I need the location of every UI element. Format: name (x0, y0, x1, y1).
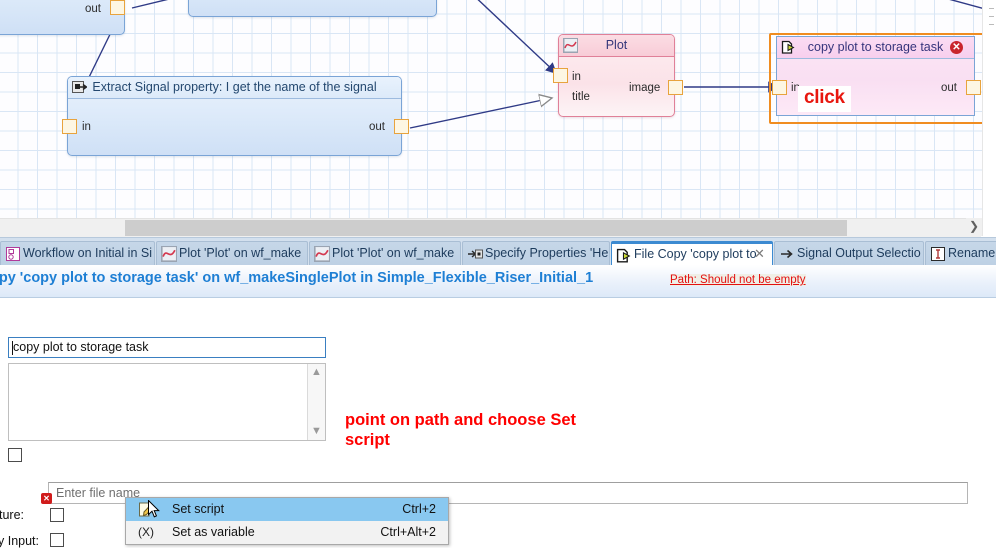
menu-item-set-script[interactable]: Set script Ctrl+2 (126, 498, 448, 521)
arrow-right-icon (779, 246, 795, 262)
node-header: Plot (559, 35, 674, 57)
node-title: copy plot to storage task (807, 40, 944, 54)
workflow-icon (5, 246, 21, 262)
menu-item-shortcut: Ctrl+Alt+2 (380, 525, 436, 539)
close-icon[interactable]: ✕ (753, 247, 766, 261)
tab-label: Specify Properties 'Her (485, 246, 610, 260)
label-capture: ture: (0, 508, 25, 522)
tab-workflow-on-initial[interactable]: Workflow on Initial in Si (0, 241, 155, 266)
node-extract-signal[interactable]: Extract Signal property: I get the name … (67, 76, 402, 156)
port-image-plot[interactable] (668, 80, 683, 95)
field-error-icon: ✕ (41, 493, 52, 504)
variable-x-icon: (X) (138, 525, 154, 539)
chevron-up-icon[interactable]: ▲ (308, 364, 325, 381)
chevron-down-icon[interactable]: ▼ (308, 423, 325, 440)
annotation-point-on-path: point on path and choose Set script (345, 411, 576, 449)
tab-label: Plot 'Plot' on wf_make (179, 246, 302, 260)
menu-item-label: Set as variable (172, 525, 255, 539)
port-in-plot[interactable] (553, 68, 568, 83)
canvas-scroll-right-button[interactable]: ❯ (966, 218, 982, 236)
rename-icon (930, 246, 946, 262)
port-label-out-copy: out (941, 82, 957, 94)
tab-file-copy[interactable]: File Copy 'copy plot to ✕ (611, 241, 773, 266)
checkbox-input[interactable] (50, 533, 64, 547)
port-label-in-plot: in (572, 71, 581, 83)
port-out-extract-signal[interactable] (394, 119, 409, 134)
port-in-extract-signal[interactable] (62, 119, 77, 134)
file-copy-icon (781, 40, 796, 55)
label-input: y Input: (0, 534, 39, 548)
node-title: Extract Signal property: I get the name … (92, 80, 377, 94)
page-error-message: Path: Should not be empty (670, 274, 806, 286)
plot-chart-icon (314, 246, 330, 262)
port-out-topleft[interactable] (110, 0, 125, 15)
specify-properties-icon (467, 246, 483, 262)
menu-item-label: Set script (172, 502, 225, 516)
page-title: opy 'copy plot to storage task' on wf_ma… (0, 270, 594, 286)
name-input-value: copy plot to storage task (13, 340, 149, 354)
node-title: Plot (605, 38, 628, 52)
node-run-icon (72, 80, 88, 95)
plot-chart-icon (563, 38, 578, 53)
workflow-canvas[interactable]: out Extract Signal property: I get the n… (0, 0, 996, 218)
scrollbar-thumb[interactable] (125, 220, 847, 236)
node-header: Extract Signal property: I get the name … (68, 77, 401, 99)
node-header: copy plot to storage task ✕ (777, 37, 974, 59)
checkbox-capture[interactable] (50, 508, 64, 522)
context-menu[interactable]: Set script Ctrl+2 (X) Set as variable Ct… (125, 497, 449, 545)
port-in-copy-plot[interactable] (772, 80, 787, 95)
plot-chart-icon (161, 246, 177, 262)
node-partial-top-left[interactable] (0, 0, 125, 35)
node-partial-top-middle[interactable] (188, 0, 437, 17)
port-label-out-topleft: out (85, 3, 101, 15)
annotation-click: click (798, 86, 851, 112)
mouse-cursor (148, 500, 160, 518)
tab-label: Workflow on Initial in Si (23, 246, 152, 260)
tab-signal-output-selection[interactable]: Signal Output Selectio (774, 241, 924, 266)
tab-plot-1[interactable]: Plot 'Plot' on wf_make (156, 241, 308, 266)
port-label-image-plot: image (629, 82, 661, 94)
tab-specify-properties[interactable]: Specify Properties 'Her (462, 241, 610, 266)
menu-item-set-as-variable[interactable]: (X) Set as variable Ctrl+Alt+2 (126, 521, 448, 544)
checkbox-1[interactable] (8, 448, 22, 462)
file-copy-icon (616, 248, 632, 264)
tab-plot-2[interactable]: Plot 'Plot' on wf_make (309, 241, 461, 266)
name-input[interactable]: copy plot to storage task (8, 337, 326, 358)
menu-item-shortcut: Ctrl+2 (402, 502, 436, 516)
tab-label: Signal Output Selectio (797, 246, 921, 260)
text-caret (12, 341, 13, 355)
page-header: opy 'copy plot to storage task' on wf_ma… (0, 265, 996, 298)
description-textarea[interactable]: ▲ ▼ (8, 363, 326, 441)
canvas-horizontal-scrollbar[interactable] (0, 218, 981, 237)
textarea-scrollbar[interactable]: ▲ ▼ (307, 364, 325, 440)
port-label-out-extract: out (369, 121, 385, 133)
error-close-icon[interactable]: ✕ (950, 41, 963, 54)
canvas-right-gutter (982, 0, 996, 236)
tab-label: File Copy 'copy plot to (634, 247, 757, 261)
tab-label: Plot 'Plot' on wf_make (332, 246, 455, 260)
tab-rename[interactable]: Rename ' (925, 241, 996, 266)
port-label-title-plot: title (572, 91, 590, 103)
port-out-copy-plot[interactable] (966, 80, 981, 95)
editor-tab-bar[interactable]: Workflow on Initial in Si Plot 'Plot' on… (0, 237, 996, 266)
port-label-in-extract: in (82, 121, 91, 133)
tab-label: Rename ' (948, 246, 996, 260)
